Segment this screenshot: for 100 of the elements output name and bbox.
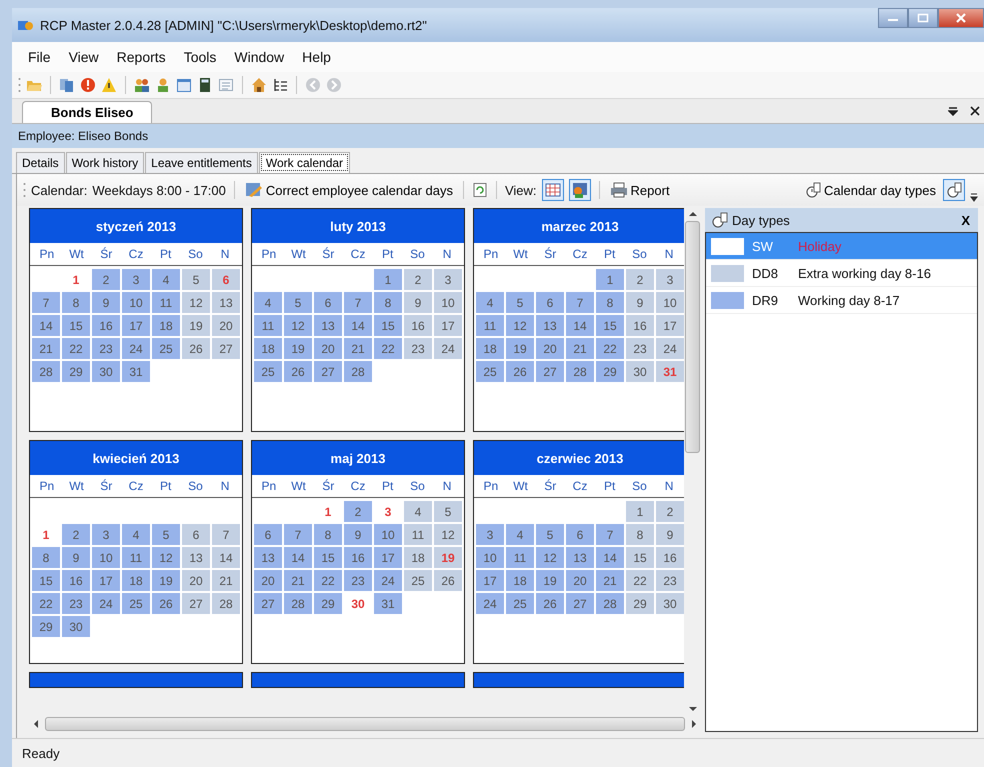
day-cell[interactable]: 5 xyxy=(152,524,180,545)
day-cell[interactable]: 5 xyxy=(434,501,462,522)
day-cell[interactable]: 28 xyxy=(566,361,594,382)
day-cell[interactable]: 4 xyxy=(404,501,432,522)
day-cell[interactable]: 23 xyxy=(656,570,684,591)
day-cell[interactable]: 9 xyxy=(656,524,684,545)
day-cell[interactable]: 27 xyxy=(254,593,282,614)
day-cell[interactable]: 17 xyxy=(122,315,150,336)
day-cell[interactable]: 25 xyxy=(254,361,282,382)
day-cell[interactable]: 2 xyxy=(404,269,432,290)
day-cell[interactable]: 7 xyxy=(212,524,240,545)
day-cell[interactable]: 27 xyxy=(566,593,594,614)
day-cell[interactable]: 10 xyxy=(476,547,504,568)
day-cell[interactable]: 11 xyxy=(404,524,432,545)
overflow-icon[interactable] xyxy=(970,192,978,202)
day-cell[interactable]: 29 xyxy=(62,361,90,382)
day-cell[interactable]: 22 xyxy=(62,338,90,359)
day-cell[interactable]: 4 xyxy=(122,524,150,545)
day-cell[interactable]: 21 xyxy=(566,338,594,359)
day-cell[interactable]: 19 xyxy=(536,570,564,591)
calendar-icon[interactable] xyxy=(176,77,192,93)
day-cell[interactable]: 30 xyxy=(62,616,90,637)
day-cell[interactable]: 28 xyxy=(596,593,624,614)
menu-item[interactable]: Help xyxy=(294,46,339,68)
day-cell[interactable]: 24 xyxy=(656,338,684,359)
day-type-row[interactable]: DD8 Extra working day 8-16 xyxy=(706,260,977,287)
day-cell[interactable]: 19 xyxy=(152,570,180,591)
home-icon[interactable] xyxy=(251,77,267,93)
documents-icon[interactable] xyxy=(59,77,75,93)
day-cell[interactable]: 18 xyxy=(122,570,150,591)
day-cell[interactable]: 2 xyxy=(92,269,120,290)
scroll-down-icon[interactable] xyxy=(688,706,696,712)
close-button[interactable] xyxy=(938,8,984,28)
day-cell[interactable]: 13 xyxy=(314,315,342,336)
day-cell[interactable]: 24 xyxy=(476,593,504,614)
day-cell[interactable]: 5 xyxy=(506,292,534,313)
day-cell[interactable]: 26 xyxy=(434,570,462,591)
day-cell[interactable]: 21 xyxy=(596,570,624,591)
day-cell[interactable]: 9 xyxy=(626,292,654,313)
scroll-right-icon[interactable] xyxy=(691,720,697,728)
day-cell[interactable]: 30 xyxy=(656,593,684,614)
day-cell[interactable]: 16 xyxy=(344,547,372,568)
day-cell[interactable]: 12 xyxy=(506,315,534,336)
calendar-grid-icon[interactable] xyxy=(542,179,564,201)
day-cell[interactable]: 23 xyxy=(626,338,654,359)
day-cell[interactable]: 2 xyxy=(344,501,372,522)
close-icon[interactable] xyxy=(970,106,980,116)
person-icon[interactable] xyxy=(155,77,171,93)
calculator-icon[interactable] xyxy=(197,77,213,93)
day-cell[interactable]: 10 xyxy=(374,524,402,545)
menu-item[interactable]: Tools xyxy=(176,46,224,68)
day-cell[interactable]: 11 xyxy=(254,315,282,336)
day-cell[interactable]: 22 xyxy=(314,570,342,591)
scroll-up-icon[interactable] xyxy=(688,211,696,217)
day-cell[interactable]: 21 xyxy=(212,570,240,591)
day-cell[interactable]: 29 xyxy=(314,593,342,614)
day-cell[interactable]: 21 xyxy=(344,338,372,359)
day-cell[interactable]: 12 xyxy=(434,524,462,545)
day-cell[interactable]: 8 xyxy=(626,524,654,545)
day-cell[interactable]: 10 xyxy=(122,292,150,313)
day-cell[interactable]: 31 xyxy=(122,361,150,382)
day-cell[interactable]: 15 xyxy=(62,315,90,336)
day-cell[interactable]: 26 xyxy=(284,361,312,382)
day-cell[interactable]: 9 xyxy=(344,524,372,545)
day-cell[interactable]: 16 xyxy=(92,315,120,336)
day-cell[interactable]: 18 xyxy=(254,338,282,359)
day-cell[interactable]: 14 xyxy=(284,547,312,568)
menu-item[interactable]: Reports xyxy=(108,46,174,68)
day-cell[interactable]: 4 xyxy=(476,292,504,313)
day-cell[interactable]: 18 xyxy=(152,315,180,336)
day-type-row[interactable]: SW Holiday xyxy=(706,233,977,260)
day-cell[interactable]: 20 xyxy=(566,570,594,591)
day-cell[interactable]: 8 xyxy=(62,292,90,313)
day-cell[interactable]: 16 xyxy=(404,315,432,336)
day-cell[interactable]: 15 xyxy=(32,570,60,591)
day-cell[interactable]: 3 xyxy=(122,269,150,290)
day-cell[interactable]: 21 xyxy=(32,338,60,359)
day-cell[interactable]: 22 xyxy=(596,338,624,359)
day-cell[interactable]: 24 xyxy=(434,338,462,359)
correct-days-button[interactable]: Correct employee calendar days xyxy=(242,180,455,200)
day-cell[interactable]: 4 xyxy=(506,524,534,545)
day-cell[interactable]: 14 xyxy=(344,315,372,336)
day-cell[interactable]: 14 xyxy=(566,315,594,336)
day-cell[interactable]: 23 xyxy=(92,338,120,359)
day-cell[interactable]: 16 xyxy=(656,547,684,568)
day-cell[interactable]: 16 xyxy=(62,570,90,591)
day-cell[interactable]: 30 xyxy=(626,361,654,382)
day-cell[interactable]: 10 xyxy=(434,292,462,313)
day-cell[interactable]: 27 xyxy=(536,361,564,382)
day-cell[interactable]: 22 xyxy=(32,593,60,614)
day-cell[interactable]: 20 xyxy=(212,315,240,336)
day-cell[interactable]: 7 xyxy=(566,292,594,313)
day-cell[interactable]: 7 xyxy=(596,524,624,545)
day-cell[interactable]: 9 xyxy=(404,292,432,313)
day-type-row[interactable]: DR9 Working day 8-17 xyxy=(706,287,977,314)
day-cell[interactable]: 4 xyxy=(254,292,282,313)
day-cell[interactable]: 12 xyxy=(284,315,312,336)
day-cell[interactable]: 23 xyxy=(62,593,90,614)
tab[interactable]: Leave entitlements xyxy=(145,152,258,173)
day-cell[interactable]: 17 xyxy=(374,547,402,568)
